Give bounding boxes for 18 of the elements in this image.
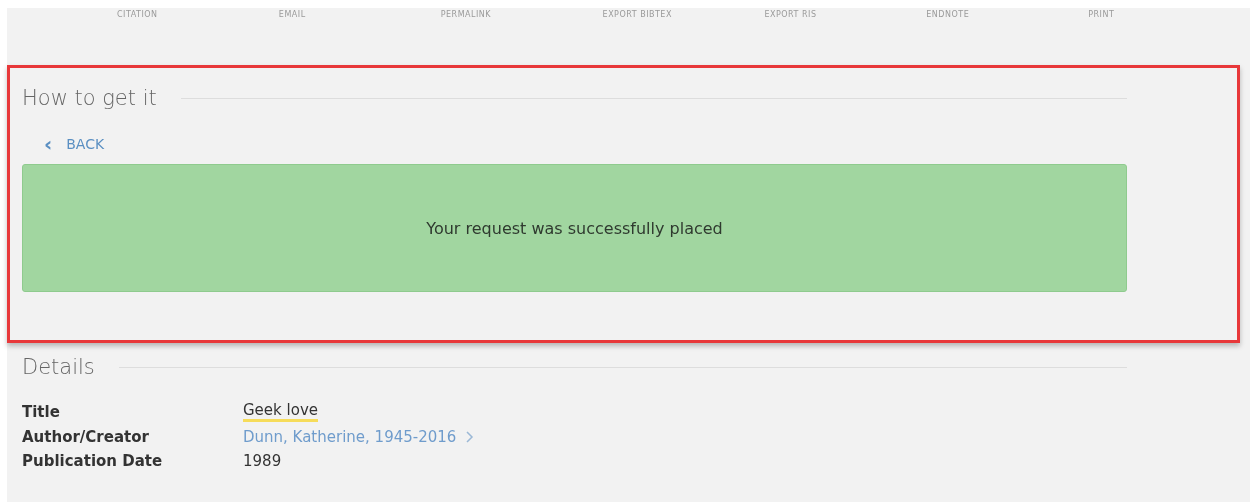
action-link[interactable]: EXPORT BIBTEX (602, 9, 765, 19)
action-link[interactable]: EXPORT RIS (764, 9, 927, 19)
chevron-icon (466, 431, 475, 443)
field-label: Author/Creator (22, 428, 150, 446)
highlighted-value: Geek love (243, 403, 318, 422)
action-link[interactable]: PRINT (1088, 9, 1250, 19)
action-link[interactable]: EMAIL (278, 9, 441, 19)
section-heading: How to get it (22, 86, 157, 110)
back-link[interactable]: ‹ BACK (44, 134, 1127, 154)
author-link[interactable]: Dunn, Katherine, 1945-2016 (243, 428, 475, 446)
action-link[interactable]: ENDNOTE (926, 9, 1089, 19)
field-label: Title (22, 403, 61, 422)
field-label: Publication Date (22, 452, 164, 470)
field-value: 1989 (243, 452, 282, 470)
success-message: Your request was successfully placed (426, 218, 723, 238)
action-link[interactable]: PERMALINK (440, 9, 603, 19)
action-link[interactable]: CITATION (117, 9, 279, 19)
section-heading: Details (22, 355, 95, 379)
